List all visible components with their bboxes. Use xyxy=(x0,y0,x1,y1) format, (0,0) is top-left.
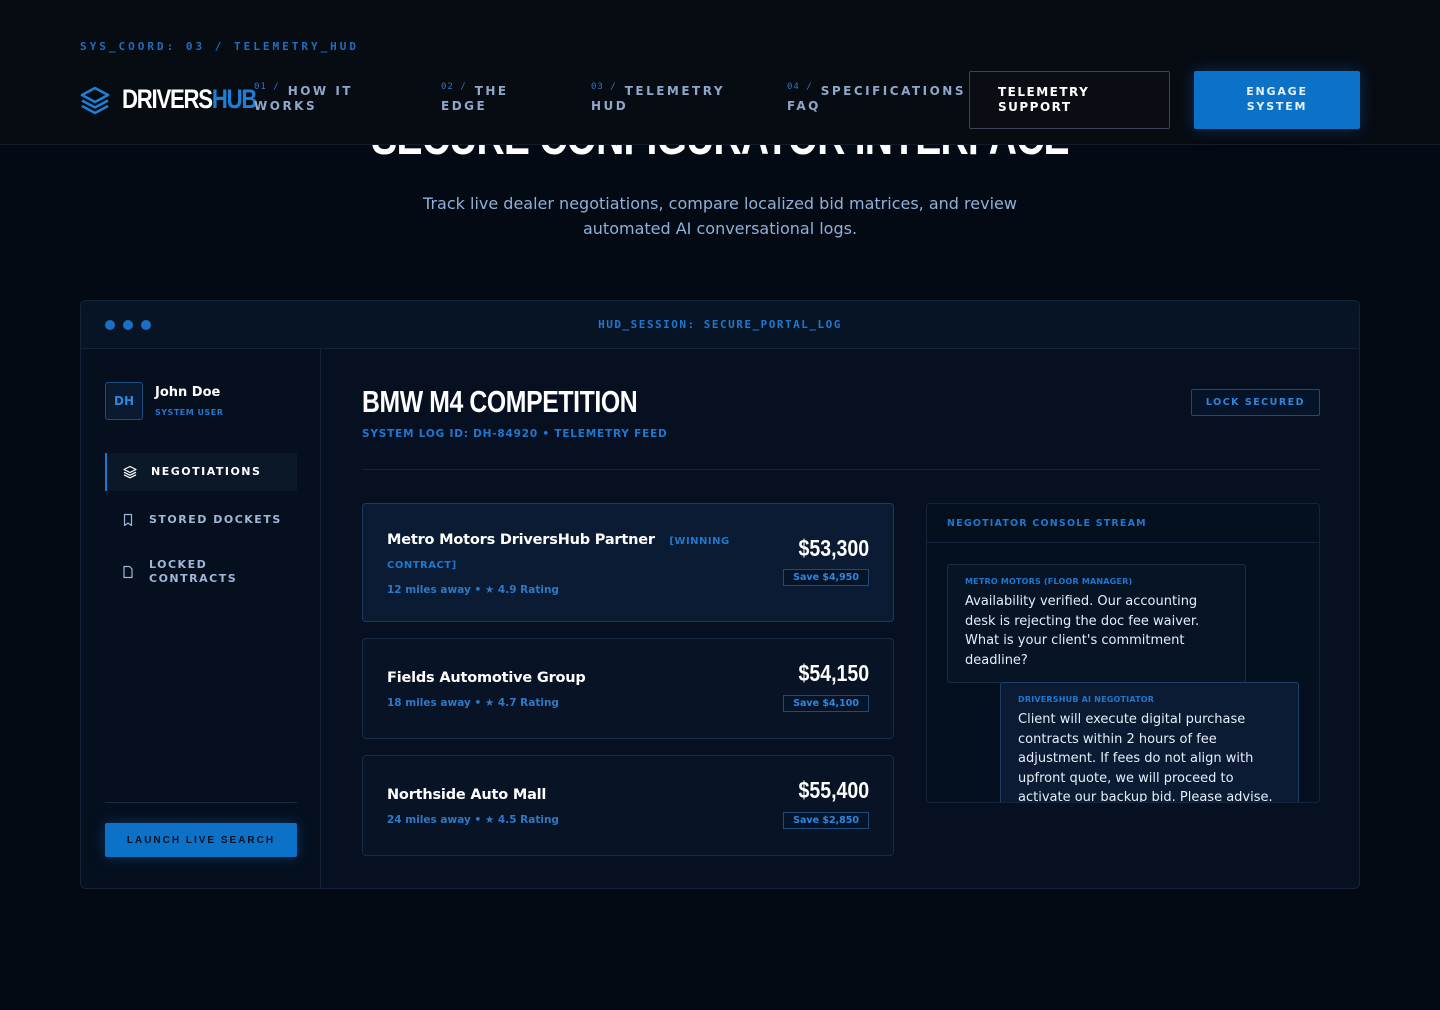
negotiator-console: NEGOTIATOR CONSOLE STREAM METRO MOTORS (… xyxy=(926,503,1320,803)
engage-system-button[interactable]: ENGAGE SYSTEM xyxy=(1194,71,1360,129)
offer-card[interactable]: Northside Auto Mall 24 miles away • ★ 4.… xyxy=(362,755,894,856)
sidebar-item-negotiations[interactable]: NEGOTIATIONS xyxy=(105,453,297,491)
nav-number: 02 / xyxy=(441,82,467,92)
telemetry-support-button[interactable]: TELEMETRY SUPPORT xyxy=(969,71,1170,129)
console-title: NEGOTIATOR CONSOLE STREAM xyxy=(927,504,1319,543)
divider xyxy=(362,469,1320,470)
nav-how-it-works[interactable]: 01 / HOW IT WORKS xyxy=(254,82,353,114)
offer-price: $55,400 xyxy=(798,777,869,803)
sidebar-item-label: STORED DOCKETS xyxy=(149,513,282,526)
user-role: SYSTEM USER xyxy=(155,408,224,417)
layers-icon xyxy=(123,465,137,479)
sidebar-item-stored-dockets[interactable]: STORED DOCKETS xyxy=(105,506,297,534)
nav-number: 04 / xyxy=(787,82,813,92)
window-header: HUD_SESSION: SECURE_PORTAL_LOG xyxy=(81,301,1359,349)
dealer-name: Metro Motors DriversHub Partner [WINNING xyxy=(387,532,730,548)
chat-message-dealer: METRO MOTORS (FLOOR MANAGER) Availabilit… xyxy=(947,564,1246,683)
avatar: DH xyxy=(105,382,143,420)
sidebar-item-locked-contracts[interactable]: LOCKED CONTRACTS xyxy=(105,556,297,588)
dealer-meta: 18 miles away • ★ 4.7 Rating xyxy=(387,697,559,709)
offer-price: $53,300 xyxy=(798,535,869,561)
chat-message-ai: DRIVERSHUB AI NEGOTIATOR Client will exe… xyxy=(1000,682,1299,803)
hero-subtitle: Track live dealer negotiations, compare … xyxy=(423,194,1017,238)
page-title: BMW M4 COMPETITION xyxy=(362,384,638,419)
savings-badge: Save $4,100 xyxy=(783,695,869,712)
winning-tag: CONTRACT] xyxy=(387,560,457,571)
dealer-name: Northside Auto Mall xyxy=(387,787,547,803)
dealer-meta: 24 miles away • ★ 4.5 Rating xyxy=(387,814,559,826)
nav-label: HUD xyxy=(591,99,629,113)
offer-card[interactable]: Metro Motors DriversHub Partner [WINNING… xyxy=(362,503,894,622)
message-text: Availability verified. Our accounting de… xyxy=(965,594,1200,668)
window-title: HUD_SESSION: SECURE_PORTAL_LOG xyxy=(598,318,842,331)
nav-label: HOW IT xyxy=(287,84,353,98)
dealer-name: Fields Automotive Group xyxy=(387,670,586,686)
nav-telemetry-hud[interactable]: 03 / TELEMETRY HUD xyxy=(591,82,726,114)
message-sender: METRO MOTORS (FLOOR MANAGER) xyxy=(965,577,1133,586)
winning-tag: [WINNING xyxy=(669,536,730,547)
bookmark-icon xyxy=(123,513,133,527)
main-panel: BMW M4 COMPETITION SYSTEM LOG ID: DH-849… xyxy=(322,349,1359,888)
nav-label: FAQ xyxy=(787,99,821,113)
savings-badge: Save $4,950 xyxy=(783,569,869,586)
sys-coord-label: SYS_COORD: 03 / TELEMETRY_HUD xyxy=(80,40,360,53)
sidebar-item-label: LOCKED CONTRACTS xyxy=(149,558,238,585)
nav-label: TELEMETRY xyxy=(624,84,726,98)
sidebar-divider xyxy=(105,802,297,803)
message-sender: DRIVERSHUB AI NEGOTIATOR xyxy=(1018,695,1155,704)
savings-badge: Save $2,850 xyxy=(783,812,869,829)
offer-card[interactable]: Fields Automotive Group 18 miles away • … xyxy=(362,638,894,739)
nav-label: THE xyxy=(474,84,509,98)
nav-label: SPECIFICATIONS xyxy=(820,84,966,98)
top-navigation-bar: SYS_COORD: 03 / TELEMETRY_HUD DRIVERSHUB… xyxy=(0,0,1440,145)
nav-number: 03 / xyxy=(591,82,617,92)
logo-text: DRIVERSHUB xyxy=(122,84,257,114)
document-icon xyxy=(123,565,133,579)
hud-session-window: HUD_SESSION: SECURE_PORTAL_LOG DH John D… xyxy=(80,300,1360,889)
sidebar: DH John Doe SYSTEM USER NEGOTIATIONS STO… xyxy=(81,349,321,888)
dealer-meta: 12 miles away • ★ 4.9 Rating xyxy=(387,584,559,596)
launch-live-search-button[interactable]: LAUNCH LIVE SEARCH xyxy=(105,823,297,857)
user-name: John Doe xyxy=(155,385,221,400)
lock-secured-badge: LOCK SECURED xyxy=(1191,389,1320,416)
nav-label: WORKS xyxy=(254,99,318,113)
sidebar-item-label: NEGOTIATIONS xyxy=(151,465,262,478)
layers-logo-icon xyxy=(80,86,110,114)
system-log-id: SYSTEM LOG ID: DH-84920 • TELEMETRY FEED xyxy=(362,428,668,440)
nav-number: 01 / xyxy=(254,82,280,92)
nav-specifications-faq[interactable]: 04 / SPECIFICATIONS FAQ xyxy=(787,82,966,114)
nav-label: EDGE xyxy=(441,99,488,113)
message-text: Client will execute digital purchase con… xyxy=(1018,712,1273,803)
nav-the-edge[interactable]: 02 / THE EDGE xyxy=(441,82,509,114)
offer-price: $54,150 xyxy=(798,660,869,686)
